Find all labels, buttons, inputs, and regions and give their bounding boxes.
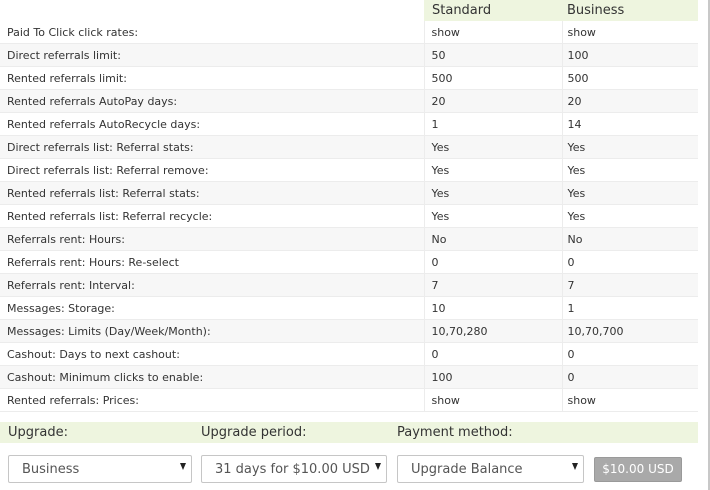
header-standard: Standard: [424, 0, 562, 21]
table-row: Paid To Click click rates: show show: [0, 21, 698, 44]
payment-method-label: Payment method:: [397, 425, 513, 440]
business-value: Yes: [561, 158, 698, 182]
row-label: Cashout: Minimum clicks to enable:: [0, 365, 424, 389]
row-label: Rented referrals: Prices:: [0, 388, 424, 412]
standard-value: show: [423, 21, 562, 44]
table-row: Cashout: Minimum clicks to enable: 100 0: [0, 365, 698, 389]
standard-value: No: [423, 227, 562, 251]
table-row: Rented referrals AutoRecycle days: 1 14: [0, 112, 698, 136]
chevron-down-icon: [375, 463, 381, 470]
upgrade-label: Upgrade:: [8, 425, 68, 440]
table-row: Referrals rent: Hours: No No: [0, 227, 698, 251]
row-label: Referrals rent: Interval:: [0, 273, 424, 297]
standard-value: 20: [423, 89, 562, 113]
row-label: Direct referrals list: Referral remove:: [0, 158, 424, 182]
business-value: Yes: [561, 204, 698, 228]
payment-method-value: Upgrade Balance: [411, 462, 523, 477]
row-label: Rented referrals AutoPay days:: [0, 89, 424, 113]
business-value: Yes: [561, 135, 698, 159]
standard-value: 500: [423, 66, 562, 90]
upgrade-period-value: 31 days for $10.00 USD: [215, 462, 370, 477]
standard-value: show: [423, 388, 562, 412]
header-business: Business: [562, 0, 698, 21]
business-value: Yes: [561, 181, 698, 205]
table-row: Rented referrals AutoPay days: 20 20: [0, 89, 698, 113]
table-row: Messages: Limits (Day/Week/Month): 10,70,…: [0, 319, 698, 343]
upgrade-period-select[interactable]: 31 days for $10.00 USD: [201, 455, 387, 483]
row-label: Rented referrals limit:: [0, 66, 424, 90]
business-value: 7: [561, 273, 698, 297]
row-label: Referrals rent: Hours:: [0, 227, 424, 251]
upgrade-select-value: Business: [22, 462, 80, 477]
table-row: Referrals rent: Hours: Re-select 0 0: [0, 250, 698, 274]
standard-value: Yes: [423, 204, 562, 228]
standard-value: 1: [423, 112, 562, 136]
standard-value: Yes: [423, 181, 562, 205]
table-row: Cashout: Days to next cashout: 0 0: [0, 342, 698, 366]
header-label-cell: [0, 0, 424, 21]
row-label: Direct referrals limit:: [0, 43, 424, 67]
comparison-table: Standard Business Paid To Click click ra…: [0, 0, 698, 412]
business-value: show: [561, 21, 698, 44]
table-header-row: Standard Business: [0, 0, 698, 21]
standard-value: 0: [423, 342, 562, 366]
row-label: Paid To Click click rates:: [0, 21, 424, 44]
table-row: Direct referrals list: Referral remove: Y…: [0, 158, 698, 182]
upgrade-select[interactable]: Business: [8, 455, 192, 483]
upgrade-period-label: Upgrade period:: [201, 425, 307, 440]
standard-value: 100: [423, 365, 562, 389]
row-label: Direct referrals list: Referral stats:: [0, 135, 424, 159]
business-value: 0: [561, 250, 698, 274]
business-value: No: [561, 227, 698, 251]
table-row: Rented referrals list: Referral stats: Ye…: [0, 181, 698, 205]
upgrade-bar: Upgrade: Upgrade period: Payment method:: [0, 422, 698, 443]
row-label: Rented referrals list: Referral stats:: [0, 181, 424, 205]
chevron-down-icon: [572, 463, 578, 470]
table-row: Direct referrals limit: 50 100: [0, 43, 698, 67]
table-row: Rented referrals: Prices: show show: [0, 388, 698, 412]
standard-value: Yes: [423, 158, 562, 182]
business-value: 1: [561, 296, 698, 320]
table-row: Direct referrals list: Referral stats: Ye…: [0, 135, 698, 159]
standard-value: Yes: [423, 135, 562, 159]
row-label: Referrals rent: Hours: Re-select: [0, 250, 424, 274]
pay-price-button[interactable]: $10.00 USD: [594, 457, 682, 482]
standard-value: 10,70,280: [423, 319, 562, 343]
business-value: 14: [561, 112, 698, 136]
business-value: 0: [561, 365, 698, 389]
business-value: 20: [561, 89, 698, 113]
standard-value: 7: [423, 273, 562, 297]
business-value: 10,70,700: [561, 319, 698, 343]
membership-comparison-page: Standard Business Paid To Click click ra…: [0, 0, 710, 490]
table-row: Rented referrals limit: 500 500: [0, 66, 698, 90]
row-label: Messages: Limits (Day/Week/Month):: [0, 319, 424, 343]
table-row: Referrals rent: Interval: 7 7: [0, 273, 698, 297]
business-value: 100: [561, 43, 698, 67]
chevron-down-icon: [180, 463, 186, 470]
payment-method-select[interactable]: Upgrade Balance: [397, 455, 584, 483]
business-value: show: [561, 388, 698, 412]
standard-value: 0: [423, 250, 562, 274]
row-label: Messages: Storage:: [0, 296, 424, 320]
row-label: Rented referrals list: Referral recycle:: [0, 204, 424, 228]
table-row: Rented referrals list: Referral recycle:…: [0, 204, 698, 228]
table-row: Messages: Storage: 10 1: [0, 296, 698, 320]
standard-value: 50: [423, 43, 562, 67]
standard-value: 10: [423, 296, 562, 320]
row-label: Rented referrals AutoRecycle days:: [0, 112, 424, 136]
business-value: 500: [561, 66, 698, 90]
table-body: Paid To Click click rates: show show Direct…: [0, 21, 698, 412]
row-label: Cashout: Days to next cashout:: [0, 342, 424, 366]
business-value: 0: [561, 342, 698, 366]
